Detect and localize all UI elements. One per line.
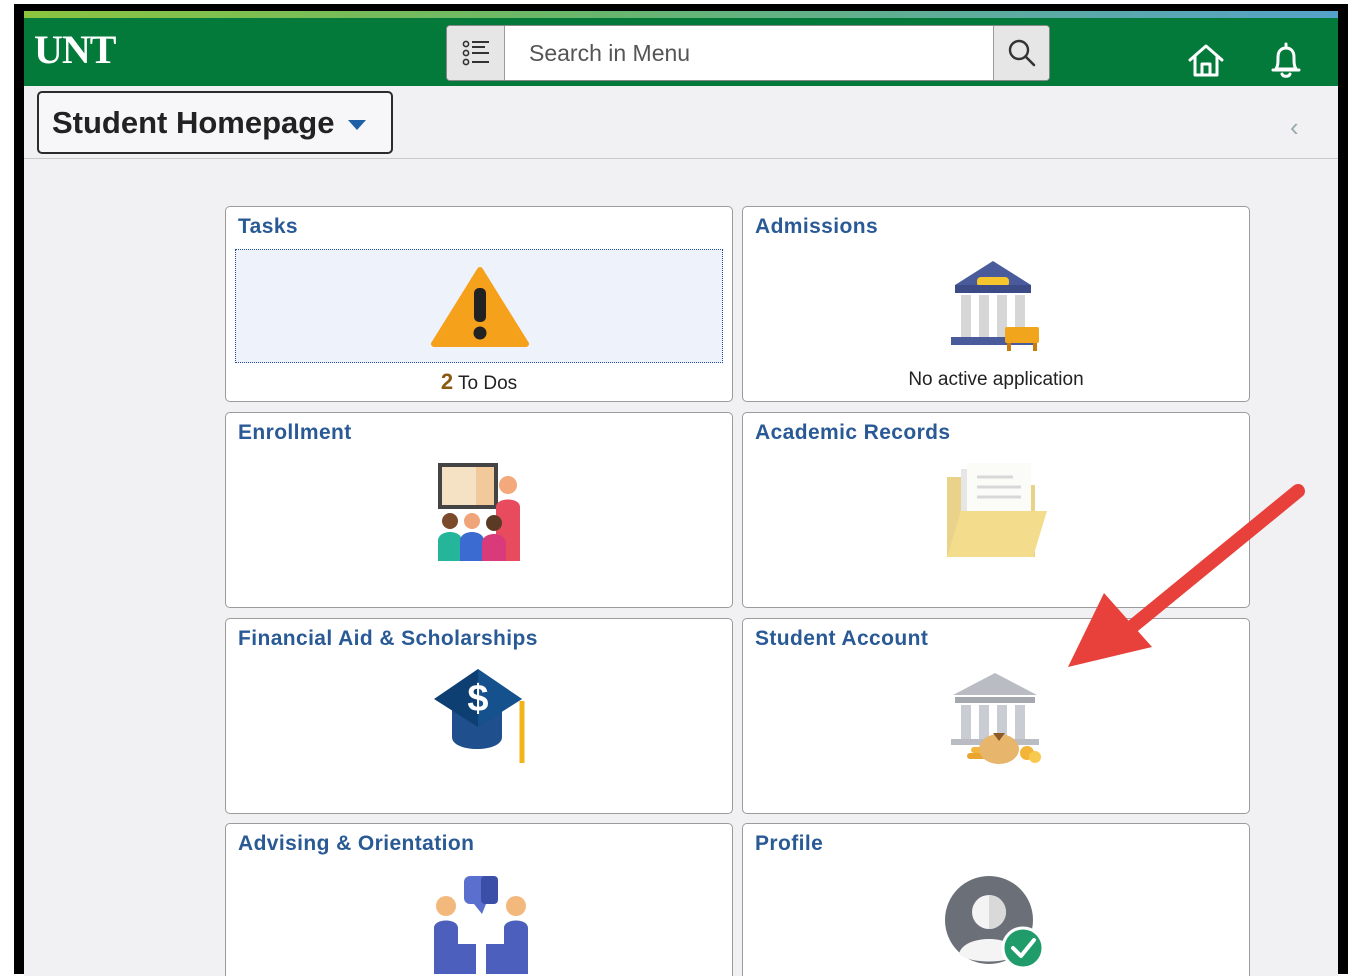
- tile-title: Advising & Orientation: [238, 832, 475, 855]
- home-icon: [1188, 44, 1224, 77]
- bank-money-bag-icon: [951, 673, 1041, 764]
- accent-stripe: [24, 11, 1338, 18]
- unt-logo[interactable]: UNT: [34, 28, 116, 72]
- tile-enrollment[interactable]: Enrollment: [225, 412, 733, 608]
- user-checked-icon: [945, 876, 1045, 970]
- tile-title: Admissions: [755, 215, 879, 238]
- classroom-icon: [438, 463, 520, 561]
- svg-text:$: $: [467, 678, 488, 720]
- tile-title: Student Account: [755, 627, 929, 650]
- tile-title: Financial Aid & Scholarships: [238, 627, 538, 650]
- todo-label: To Dos: [458, 373, 518, 394]
- search-button[interactable]: [993, 26, 1049, 80]
- bank-building-icon: [951, 261, 1039, 351]
- tile-title: Enrollment: [238, 421, 352, 444]
- home-button[interactable]: [1184, 40, 1228, 80]
- chevron-left-icon[interactable]: ‹: [1290, 114, 1299, 140]
- menu-button[interactable]: [447, 26, 505, 80]
- admissions-caption: No active application: [908, 369, 1084, 390]
- search-input[interactable]: [507, 26, 991, 80]
- todo-count: 2: [440, 369, 454, 394]
- tile-profile[interactable]: Profile: [742, 823, 1250, 976]
- tile-tasks[interactable]: Tasks 2 To Dos: [225, 206, 733, 402]
- tasks-caption: 2 To Dos: [226, 369, 732, 395]
- folder-icon: [947, 463, 1047, 557]
- search-bar: [446, 25, 1050, 81]
- tile-title: Tasks: [238, 215, 298, 238]
- tile-advising-orientation[interactable]: Advising & Orientation: [225, 823, 733, 976]
- menu-list-icon: [462, 40, 489, 66]
- bell-icon: [1271, 42, 1301, 78]
- app-window: UNT Search in Menu Student Homepage ‹ Ta…: [24, 11, 1338, 976]
- graduation-cap-dollar-icon: $: [434, 669, 525, 763]
- tile-title: Profile: [755, 832, 824, 855]
- advisors-chat-icon: [434, 876, 528, 974]
- tile-financial-aid[interactable]: Financial Aid & Scholarships $: [225, 618, 733, 814]
- notifications-button[interactable]: [1266, 40, 1306, 80]
- warning-icon: [431, 267, 529, 347]
- tile-title: Academic Records: [755, 421, 951, 444]
- homepage-selector[interactable]: Student Homepage: [37, 91, 393, 154]
- search-icon: [1008, 39, 1035, 67]
- top-header: UNT: [24, 18, 1338, 86]
- page-title: Student Homepage: [52, 104, 335, 140]
- tasks-focus-area: [235, 249, 723, 363]
- annotation-arrow-icon: [1068, 484, 1305, 667]
- caret-down-icon: [348, 119, 367, 130]
- tile-admissions[interactable]: Admissions No active application: [742, 206, 1250, 402]
- page-header: Student Homepage ‹: [24, 86, 1338, 159]
